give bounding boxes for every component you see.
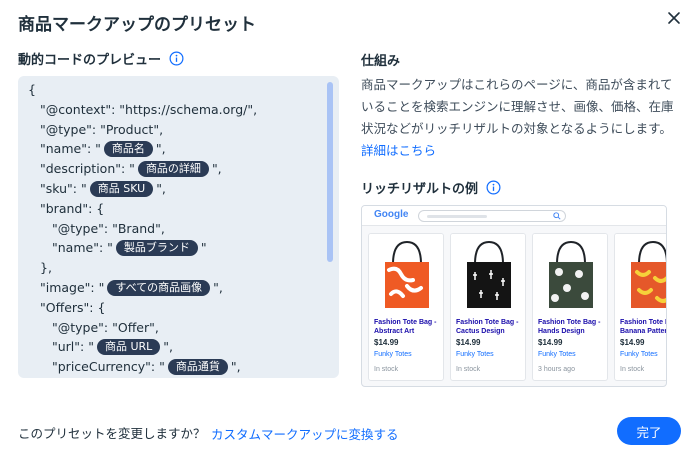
code-line: "image": " すべての商品画像 ", <box>28 278 257 298</box>
google-logo: Google <box>374 209 408 220</box>
product-cards: Fashion Tote Bag - Abstract Art $14.99 F… <box>368 233 667 381</box>
card-price: $14.99 <box>456 338 481 347</box>
convert-to-custom-markup-link[interactable]: カスタムマークアップに変換する <box>211 424 399 443</box>
code-preview-label: 動的コードのプレビュー <box>18 49 184 68</box>
code-text: "sku": " <box>40 180 87 196</box>
how-it-works-title: 仕組み <box>361 54 401 69</box>
code-line: "@type": "Product", <box>28 120 257 140</box>
tote-bag-abstract-image <box>369 234 443 312</box>
card-title: Fashion Tote Bag - Cactus Design <box>456 319 519 335</box>
rich-results-preview: Google Fashion Tote Bag - Abstract Art $… <box>361 205 667 387</box>
close-icon[interactable] <box>666 10 682 26</box>
card-price: $14.99 <box>374 338 399 347</box>
variable-chip-product-images: すべての商品画像 <box>107 279 211 296</box>
card-stock: In stock <box>456 366 481 373</box>
code-text: "@type": "Product", <box>40 121 164 137</box>
google-search-field <box>418 210 566 222</box>
code-text: }, <box>40 260 52 276</box>
how-it-works-description: 商品マークアップはこれらのページに、商品が含まれていることを検索エンジンに理解さ… <box>361 74 683 162</box>
code-line: "priceCurrency": " 商品通貨 ", <box>28 357 257 377</box>
card-store: Funky Totes <box>374 351 412 358</box>
code-text: "url": " <box>52 339 94 355</box>
google-search-bar: Google <box>362 206 666 226</box>
rich-results-label-text: リッチリザルトの例 <box>361 182 479 197</box>
variable-chip-product-currency: 商品通貨 <box>167 359 228 376</box>
code-text: "description": " <box>40 161 135 177</box>
code-text: "Offers": { <box>40 299 106 315</box>
variable-chip-product-description: 商品の詳細 <box>137 161 209 178</box>
code-line: "url": " 商品 URL ", <box>28 337 257 357</box>
google-logo-text: Google <box>374 209 409 220</box>
code-line: "@type": "Brand", <box>28 219 257 239</box>
card-store: Funky Totes <box>538 351 576 358</box>
done-button[interactable]: 完了 <box>617 417 681 445</box>
code-line: "Offers": { <box>28 298 257 318</box>
description-text: 商品マークアップはこれらのページに、商品が含まれていることを検索エンジンに理解さ… <box>361 77 674 136</box>
code-text: ", <box>211 161 222 177</box>
card-stock: In stock <box>374 366 399 373</box>
code-preview-label-text: 動的コードのプレビュー <box>18 53 162 68</box>
tote-bag-banana-image <box>615 234 666 312</box>
card-price: $14.99 <box>538 338 563 347</box>
code-text: "@type": "Brand", <box>52 220 165 236</box>
code-line: "@context": "https://schema.org/", <box>28 100 257 120</box>
code-text: ", <box>230 359 241 375</box>
code-text: "brand": { <box>40 200 105 216</box>
code-line: "brand": { <box>28 199 257 219</box>
code-line: "description": " 商品の詳細 ", <box>28 159 257 179</box>
code-text: "priceCurrency": " <box>52 359 165 375</box>
card-title: Fashion Tote Bag - Hands Design <box>538 319 601 335</box>
card-stock: 3 hours ago <box>538 366 575 373</box>
code-line: "sku": " 商品 SKU ", <box>28 179 257 199</box>
variable-chip-product-name: 商品名 <box>103 141 153 158</box>
code-text: "@context": "https://schema.org/", <box>40 101 258 117</box>
code-line: "name": " 製品ブランド " <box>28 238 257 258</box>
code-text: " <box>200 240 207 256</box>
card-title: Fashion Tote Bag - Abstract Art <box>374 319 437 335</box>
card-store: Funky Totes <box>620 351 658 358</box>
card-price: $14.99 <box>620 338 645 347</box>
change-preset-question: このプリセットを変更しますか？ <box>18 426 206 441</box>
card-store: Funky Totes <box>456 351 494 358</box>
code-text: ", <box>156 180 166 196</box>
tote-bag-cactus-image <box>451 234 525 312</box>
product-card: Fashion Tote Bag - Banana Pattern $14.99… <box>614 233 667 381</box>
info-icon[interactable] <box>169 51 184 66</box>
code-text: ", <box>213 279 223 295</box>
search-icon <box>553 212 561 220</box>
variable-chip-product-brand: 製品ブランド <box>115 240 198 257</box>
product-card: Fashion Tote Bag - Abstract Art $14.99 F… <box>368 233 444 381</box>
code-text: "name": " <box>40 141 101 157</box>
product-card: Fashion Tote Bag - Hands Design $14.99 F… <box>532 233 608 381</box>
code-scrollbar[interactable] <box>327 82 333 262</box>
card-stock: In stock <box>620 366 645 373</box>
learn-more-link[interactable]: 詳細はこちら <box>361 143 436 158</box>
code-line: "name": " 商品名 ", <box>28 139 257 159</box>
code-text: "@type": "Offer", <box>52 319 159 335</box>
code-text: ", <box>155 141 166 157</box>
code-lines: { "@context": "https://schema.org/", "@t… <box>28 80 257 377</box>
code-text: "image": " <box>40 279 105 295</box>
product-card: Fashion Tote Bag - Cactus Design $14.99 … <box>450 233 526 381</box>
dialog-header: 商品マークアップのプリセット <box>0 0 700 42</box>
code-text: { <box>28 82 36 97</box>
code-text: ", <box>163 339 174 355</box>
variable-chip-product-url: 商品 URL <box>96 339 161 356</box>
card-title: Fashion Tote Bag - Banana Pattern <box>620 319 667 335</box>
code-text: "name": " <box>52 240 113 256</box>
tote-bag-hands-image <box>533 234 607 312</box>
variable-chip-product-sku: 商品 SKU <box>89 180 154 197</box>
info-icon[interactable] <box>486 180 501 195</box>
code-line: "@type": "Offer", <box>28 318 257 338</box>
code-preview-box[interactable]: { "@context": "https://schema.org/", "@t… <box>18 76 339 378</box>
dialog-title: 商品マークアップのプリセット <box>18 15 256 35</box>
rich-results-label: リッチリザルトの例 <box>361 178 501 197</box>
code-line: }, <box>28 258 257 278</box>
code-line: { <box>28 80 257 100</box>
search-placeholder-line <box>427 215 487 218</box>
